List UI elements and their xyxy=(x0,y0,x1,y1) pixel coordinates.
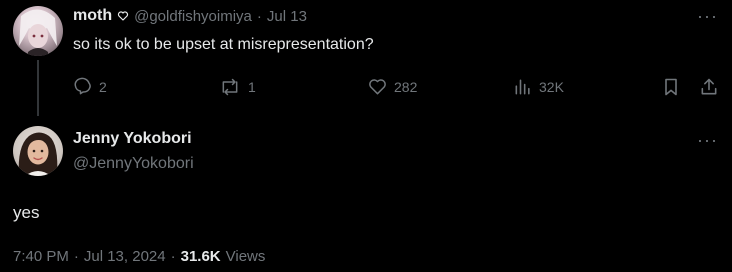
author-handle[interactable]: @goldfishyoimiya xyxy=(134,8,252,25)
bookmark-icon[interactable] xyxy=(661,77,681,102)
reply-button[interactable]: 2 xyxy=(73,77,107,97)
views-total: 31.6K xyxy=(180,248,221,265)
header-separator: · xyxy=(256,7,262,25)
tweet-full-date[interactable]: Jul 13, 2024 xyxy=(84,248,166,265)
views-button[interactable]: 32K xyxy=(513,77,564,97)
like-count: 282 xyxy=(394,79,418,95)
author-name[interactable]: moth xyxy=(73,7,112,25)
parent-tweet-header: moth @goldfishyoimiya · Jul 13 xyxy=(73,7,307,25)
tweet-date[interactable]: Jul 13 xyxy=(267,8,307,25)
heart-outline-icon xyxy=(117,10,129,22)
parent-tweet-text: so its ok to be upset at misrepresentati… xyxy=(73,36,374,53)
reply-icon xyxy=(73,77,93,97)
thread-connector-line xyxy=(37,60,39,116)
views-count: 32K xyxy=(539,79,564,95)
views-label: Views xyxy=(225,248,266,265)
avatar-image xyxy=(18,132,58,176)
reply-author-name[interactable]: Jenny Yokobori xyxy=(73,130,192,148)
footer-separator: · xyxy=(170,248,176,265)
repost-icon xyxy=(218,77,242,97)
more-options-icon[interactable]: ··· xyxy=(697,6,718,27)
avatar-image xyxy=(19,9,57,56)
avatar-moth[interactable] xyxy=(13,6,63,56)
avatar-jenny[interactable] xyxy=(13,126,63,176)
tweet-time[interactable]: 7:40 PM xyxy=(13,248,69,265)
heart-icon xyxy=(367,77,388,97)
footer-separator: · xyxy=(73,248,79,265)
reply-tweet-text: yes xyxy=(13,203,40,222)
share-icon[interactable] xyxy=(699,77,719,102)
repost-button[interactable]: 1 xyxy=(218,77,256,97)
analytics-icon xyxy=(513,77,533,97)
reply-tweet-footer: 7:40 PM · Jul 13, 2024 · 31.6K Views xyxy=(13,248,265,265)
like-button[interactable]: 282 xyxy=(367,77,417,97)
reply-count: 2 xyxy=(99,79,107,95)
reply-author-handle[interactable]: @JennyYokobori xyxy=(73,155,194,173)
reply-more-options-icon[interactable]: ··· xyxy=(697,130,718,151)
repost-count: 1 xyxy=(248,79,256,95)
